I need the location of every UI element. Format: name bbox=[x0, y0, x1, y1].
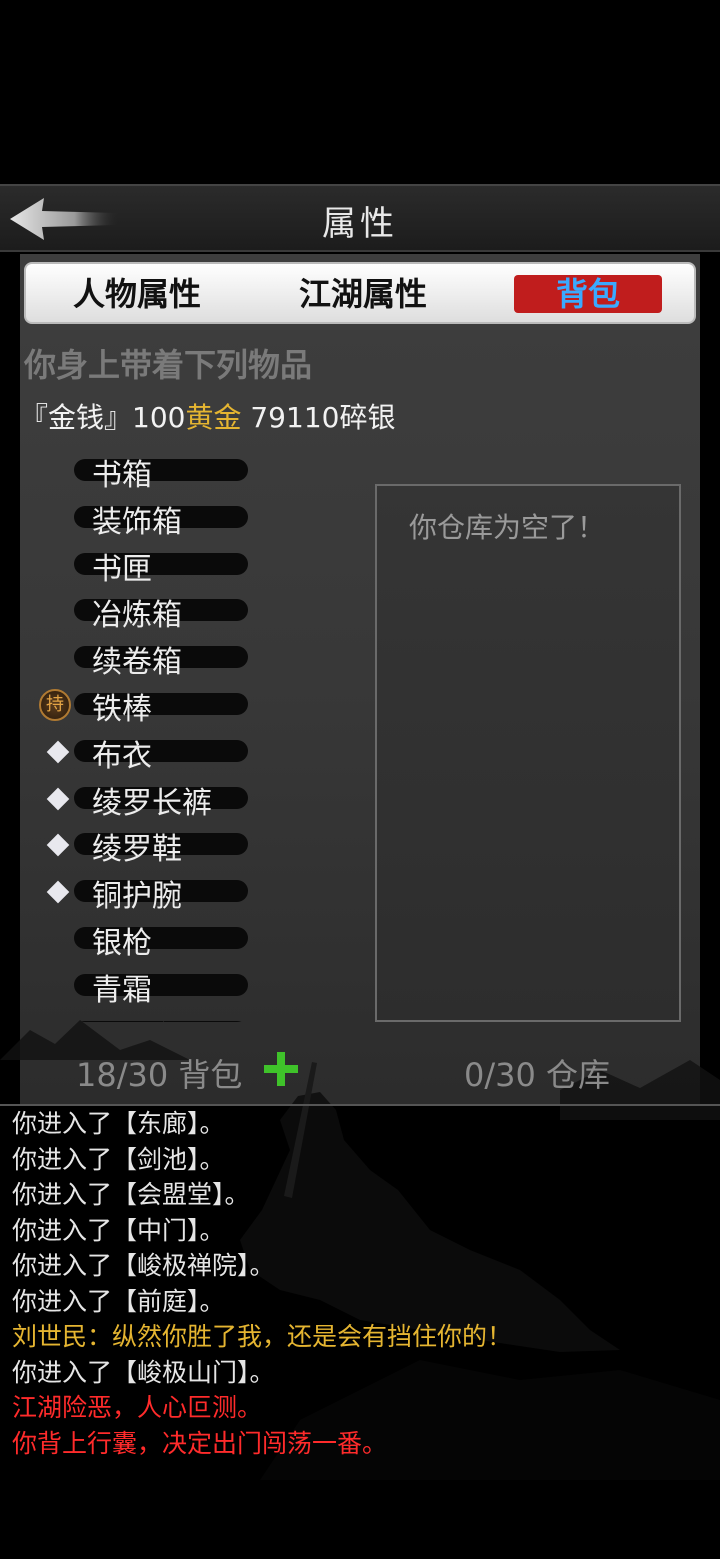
item-name: 布衣 bbox=[92, 738, 152, 774]
inventory-item[interactable]: 书箱 bbox=[20, 448, 360, 493]
item-name: 铁棒 bbox=[92, 692, 152, 727]
expand-bag-plus-button[interactable] bbox=[262, 1050, 300, 1088]
inventory-item[interactable]: 持铁棒 bbox=[20, 682, 360, 727]
log-line: 你进入了【峻极山门】。 bbox=[12, 1357, 275, 1387]
tab-bar: 人物属性 江湖属性 背包 bbox=[24, 262, 696, 324]
inventory-item[interactable]: 绫罗长裤 bbox=[20, 776, 360, 821]
item-name: 冶炼箱 bbox=[92, 598, 182, 634]
warehouse-count: 0/30 仓库 bbox=[464, 1056, 611, 1094]
equipped-diamond-icon bbox=[46, 787, 70, 810]
log-line: 你进入了【东廊】。 bbox=[12, 1109, 225, 1138]
log-line: 你进入了【剑池】。 bbox=[12, 1144, 225, 1174]
inventory-item[interactable]: 银枪 bbox=[20, 916, 360, 961]
item-name: 续卷箱 bbox=[92, 645, 182, 681]
money-line: 『金钱』100黄金 79110碎银 bbox=[20, 396, 395, 436]
item-name: 银枪 bbox=[92, 926, 152, 961]
money-suffix: 79110碎银 bbox=[241, 401, 396, 434]
item-name: 书匣 bbox=[92, 551, 152, 587]
money-prefix: 『金钱』100 bbox=[20, 401, 186, 434]
log-line: 你进入了【峻极禅院】。 bbox=[12, 1251, 275, 1280]
message-log: 你进入了【东廊】。 你进入了【剑池】。 你进入了【会盟堂】。 你进入了【中门】。 你进入… bbox=[12, 1106, 712, 1461]
inventory-item[interactable]: 冶炼箱 bbox=[20, 588, 360, 634]
inventory-item[interactable]: 续卷箱 bbox=[20, 635, 360, 681]
log-line: 你进入了【会盟堂】。 bbox=[12, 1180, 250, 1209]
warehouse-box: 你仓库为空了！ bbox=[375, 484, 681, 1022]
page-title: 属性 bbox=[322, 204, 398, 244]
item-name: 青霜 bbox=[92, 972, 152, 1008]
item-name: 铜护腕 bbox=[92, 879, 182, 915]
header-bar: 属性 bbox=[0, 184, 720, 252]
item-name: 书箱 bbox=[92, 458, 152, 493]
inventory-item[interactable]: 装饰箱 bbox=[20, 495, 360, 540]
bag-count: 18/30 背包 bbox=[76, 1056, 243, 1094]
inventory-item[interactable]: 布衣 bbox=[20, 729, 360, 774]
equipped-diamond-icon bbox=[46, 880, 70, 904]
item-name: 绫罗长裤 bbox=[92, 785, 212, 821]
inventory-item[interactable]: 绫罗鞋 bbox=[20, 822, 360, 868]
log-line: 你背上行囊，决定出门闯荡一番。 bbox=[12, 1428, 388, 1458]
equipped-diamond-icon bbox=[46, 740, 70, 764]
log-line: 你进入了【中门】。 bbox=[12, 1215, 225, 1245]
tab-character-attributes[interactable]: 人物属性 bbox=[62, 274, 212, 314]
log-line: 你进入了【前庭】。 bbox=[12, 1286, 225, 1316]
inventory-item[interactable]: 铜护腕 bbox=[20, 869, 360, 915]
held-weapon-icon: 持 bbox=[39, 689, 71, 721]
item-name: 装饰箱 bbox=[92, 504, 182, 540]
gold-label: 黄金 bbox=[185, 401, 242, 434]
tab-backpack[interactable]: 背包 bbox=[514, 275, 662, 313]
item-list[interactable]: 书箱装饰箱书匣冶炼箱续卷箱持铁棒布衣绫罗长裤绫罗鞋铜护腕银枪青霜曜日瓶 bbox=[20, 448, 360, 1022]
log-line: 江湖险恶，人心叵测。 bbox=[12, 1393, 263, 1422]
item-name: 曜日瓶 bbox=[92, 1012, 182, 1022]
inventory-item[interactable]: 曜日瓶 bbox=[20, 1010, 360, 1022]
inventory-item[interactable]: 书匣 bbox=[20, 542, 360, 587]
equipped-diamond-icon bbox=[46, 834, 70, 857]
warehouse-empty-text: 你仓库为空了！ bbox=[409, 511, 606, 544]
inventory-item[interactable]: 青霜 bbox=[20, 963, 360, 1008]
log-line: 刘世民：纵然你胜了我，还是会有挡住你的！ bbox=[12, 1322, 513, 1351]
item-name: 绫罗鞋 bbox=[92, 832, 182, 868]
inventory-subtitle: 你身上带着下列物品 bbox=[24, 346, 313, 384]
tab-jianghu-attributes[interactable]: 江湖属性 bbox=[288, 274, 438, 314]
